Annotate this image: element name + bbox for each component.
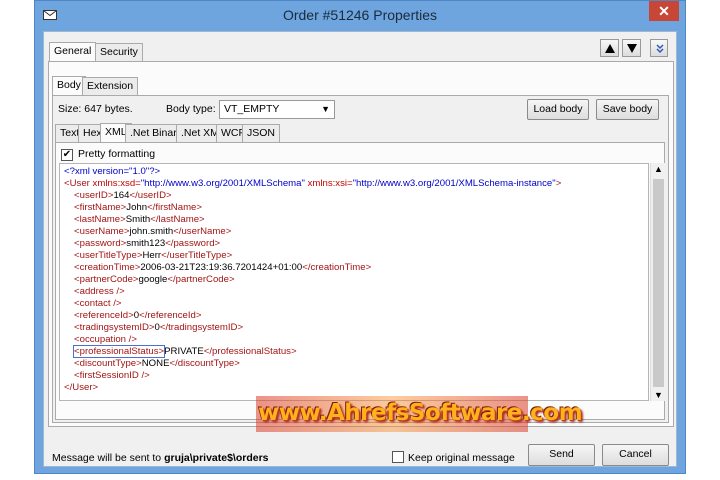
body-type-value: VT_EMPTY <box>224 103 280 115</box>
xml-user-close: </User> <box>64 382 99 393</box>
watermark-logo: www.AhrefsSoftware.com <box>258 400 583 426</box>
xml-line: <password>smith123</password> <box>74 238 221 249</box>
xml-line: <userID>164</userID> <box>74 190 172 201</box>
tab-body[interactable]: Body <box>52 76 86 96</box>
tab-extension[interactable]: Extension <box>82 77 139 96</box>
body-type-label: Body type: <box>166 103 216 115</box>
xml-line: <discountType>NONE</discountType> <box>74 358 240 369</box>
keep-original-checkbox[interactable] <box>392 451 404 463</box>
xml-line: <occupation /> <box>74 334 137 345</box>
xml-line: <professionalStatus>PRIVATE</professiona… <box>72 345 297 358</box>
xml-declaration: <?xml version="1.0"?> <box>64 166 161 177</box>
body-panel: Size: 647 bytes. Body type: VT_EMPTY ▼ L… <box>52 95 669 423</box>
pretty-formatting-checkbox[interactable]: ✔ <box>61 149 73 161</box>
window-title: Order #51246 Properties <box>282 7 438 23</box>
general-panel: Body Extension Size: 647 bytes. Body typ… <box>48 61 674 427</box>
collapse-button[interactable] <box>650 39 668 57</box>
pretty-formatting-label: Pretty formatting <box>78 148 156 160</box>
move-down-button[interactable] <box>622 39 641 57</box>
xml-editor[interactable]: <?xml version="1.0"?> <User xmlns:xsd="h… <box>59 163 649 401</box>
xml-line: <firstSessionID /> <box>74 370 150 381</box>
move-up-button[interactable] <box>600 39 619 57</box>
cancel-button[interactable]: Cancel <box>602 444 669 466</box>
save-body-button[interactable]: Save body <box>596 99 659 120</box>
arrow-down-icon <box>627 44 637 53</box>
xml-line: <firstName>John</firstName> <box>74 202 202 213</box>
chevron-down-icon: ▼ <box>321 104 330 114</box>
xml-line: <lastName>Smith</lastName> <box>74 214 205 225</box>
scroll-down-icon[interactable]: ▼ <box>654 390 663 400</box>
queue-name: gruja\private$\orders <box>164 452 269 464</box>
send-button[interactable]: Send <box>528 444 595 466</box>
body-type-select[interactable]: VT_EMPTY ▼ <box>219 100 335 119</box>
editor-vertical-scrollbar[interactable]: ▲ ▼ <box>650 163 665 401</box>
scroll-thumb[interactable] <box>653 179 664 387</box>
close-button[interactable]: ✕ <box>649 1 679 21</box>
xml-line: <creationTime>2006-03-21T23:19:36.720142… <box>74 262 372 273</box>
xml-line: <referenceId>0</referenceId> <box>74 310 202 321</box>
load-body-button[interactable]: Load body <box>527 99 589 120</box>
xml-panel: ✔ Pretty formatting <?xml version="1.0"?… <box>55 142 665 420</box>
arrow-up-icon <box>605 44 615 53</box>
destination-text: Message will be sent to gruja\private$\o… <box>52 452 269 464</box>
xml-line: <address /> <box>74 286 125 297</box>
xml-line: <contact /> <box>74 298 122 309</box>
xml-line: <userName>john.smith</userName> <box>74 226 232 237</box>
title-bar[interactable]: Order #51246 Properties ✕ <box>35 1 685 31</box>
xml-line: <partnerCode>google</partnerCode> <box>74 274 235 285</box>
xml-user-open: <User xmlns:xsd="http://www.w3.org/2001/… <box>64 178 562 189</box>
keep-original-label: Keep original message <box>408 452 515 464</box>
size-label: Size: 647 bytes. <box>58 103 133 115</box>
tab-json[interactable]: JSON <box>242 124 281 143</box>
tab-security[interactable]: Security <box>95 43 143 62</box>
double-chevron-down-icon <box>656 44 664 54</box>
xml-line: <tradingsystemID>0</tradingsystemID> <box>74 322 244 333</box>
scroll-up-icon[interactable]: ▲ <box>654 164 663 174</box>
xml-line: <userTitleType>Herr</userTitleType> <box>74 250 233 261</box>
tab-general[interactable]: General <box>49 42 97 62</box>
